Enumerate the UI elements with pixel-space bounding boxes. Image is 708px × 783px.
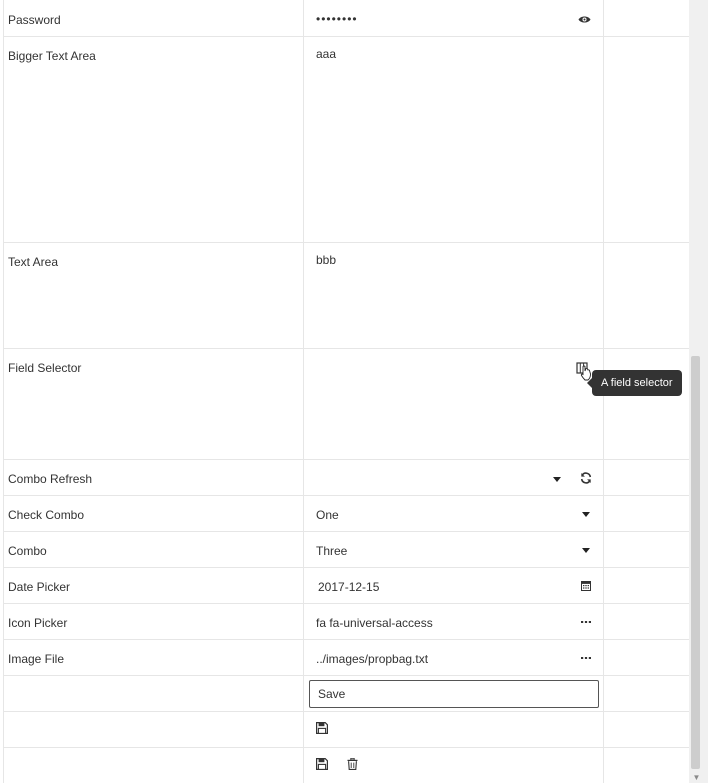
date-picker-value[interactable]: 2017-12-15 xyxy=(318,580,379,594)
label-image-file: Image File xyxy=(8,652,65,666)
property-grid: Password •••••••• Bigger Text Area aaa T… xyxy=(3,0,689,783)
divider xyxy=(603,748,604,783)
divider xyxy=(303,712,304,747)
row-save-input xyxy=(3,676,689,712)
label-date-picker: Date Picker xyxy=(8,580,71,594)
chevron-down-icon[interactable] xyxy=(550,472,564,486)
divider xyxy=(303,568,304,603)
row-text-area: Text Area bbb xyxy=(3,243,689,349)
label-text-area: Text Area xyxy=(8,255,59,269)
field-selector-tooltip: A field selector xyxy=(587,370,682,396)
scroll-down-arrow[interactable]: ▼ xyxy=(692,773,701,782)
text-area[interactable]: bbb xyxy=(316,253,336,267)
save-icon[interactable] xyxy=(315,757,329,771)
save-icon[interactable] xyxy=(315,721,329,735)
scrollbar-thumb[interactable] xyxy=(691,356,700,769)
row-field-selector: Field Selector xyxy=(3,349,689,460)
divider xyxy=(303,0,304,36)
row-combo: Combo Three xyxy=(3,532,689,568)
label-combo: Combo xyxy=(8,544,47,558)
row-icon-picker: Icon Picker fa fa-universal-access xyxy=(3,604,689,640)
combo-value[interactable]: Three xyxy=(316,544,347,558)
divider xyxy=(603,604,604,639)
row-check-combo: Check Combo One xyxy=(3,496,689,532)
chevron-down-icon[interactable] xyxy=(579,507,593,521)
divider xyxy=(303,349,304,459)
divider xyxy=(603,349,604,459)
divider xyxy=(603,460,604,495)
divider xyxy=(303,676,304,711)
save-text-input[interactable] xyxy=(309,680,599,708)
divider xyxy=(303,748,304,783)
row-combo-refresh: Combo Refresh xyxy=(3,460,689,496)
divider xyxy=(603,676,604,711)
row-password: Password •••••••• xyxy=(3,0,689,37)
divider xyxy=(603,568,604,603)
row-image-file: Image File ../images/propbag.txt xyxy=(3,640,689,676)
divider xyxy=(603,243,604,348)
divider xyxy=(603,712,604,747)
eye-icon[interactable] xyxy=(577,12,591,26)
label-bigger-text-area: Bigger Text Area xyxy=(8,49,96,63)
chevron-down-icon[interactable] xyxy=(579,543,593,557)
divider xyxy=(603,496,604,531)
label-password: Password xyxy=(8,13,61,27)
label-icon-picker: Icon Picker xyxy=(8,616,68,630)
divider xyxy=(603,640,604,675)
icon-picker-value[interactable]: fa fa-universal-access xyxy=(316,616,433,630)
divider xyxy=(303,496,304,531)
label-field-selector: Field Selector xyxy=(8,361,82,375)
grid-left-border xyxy=(3,0,4,783)
divider xyxy=(603,0,604,36)
check-combo-value[interactable]: One xyxy=(316,508,339,522)
label-combo-refresh: Combo Refresh xyxy=(8,472,93,486)
row-bigger-text-area: Bigger Text Area aaa xyxy=(3,37,689,243)
refresh-icon[interactable] xyxy=(579,471,593,485)
row-save-button xyxy=(3,712,689,748)
divider xyxy=(303,640,304,675)
divider xyxy=(303,243,304,348)
bigger-text-area[interactable]: aaa xyxy=(316,47,336,61)
divider xyxy=(603,37,604,242)
ellipsis-icon[interactable] xyxy=(579,615,593,629)
password-field[interactable]: •••••••• xyxy=(316,12,358,26)
divider xyxy=(303,37,304,242)
row-save-delete xyxy=(3,748,689,783)
trash-icon[interactable] xyxy=(345,757,359,771)
divider xyxy=(603,532,604,567)
ellipsis-icon[interactable] xyxy=(579,651,593,665)
divider xyxy=(303,460,304,495)
divider xyxy=(303,532,304,567)
row-date-picker: Date Picker 2017-12-15 xyxy=(3,568,689,604)
calendar-icon[interactable] xyxy=(579,579,593,593)
label-check-combo: Check Combo xyxy=(8,508,85,522)
divider xyxy=(303,604,304,639)
image-file-value[interactable]: ../images/propbag.txt xyxy=(316,652,428,666)
